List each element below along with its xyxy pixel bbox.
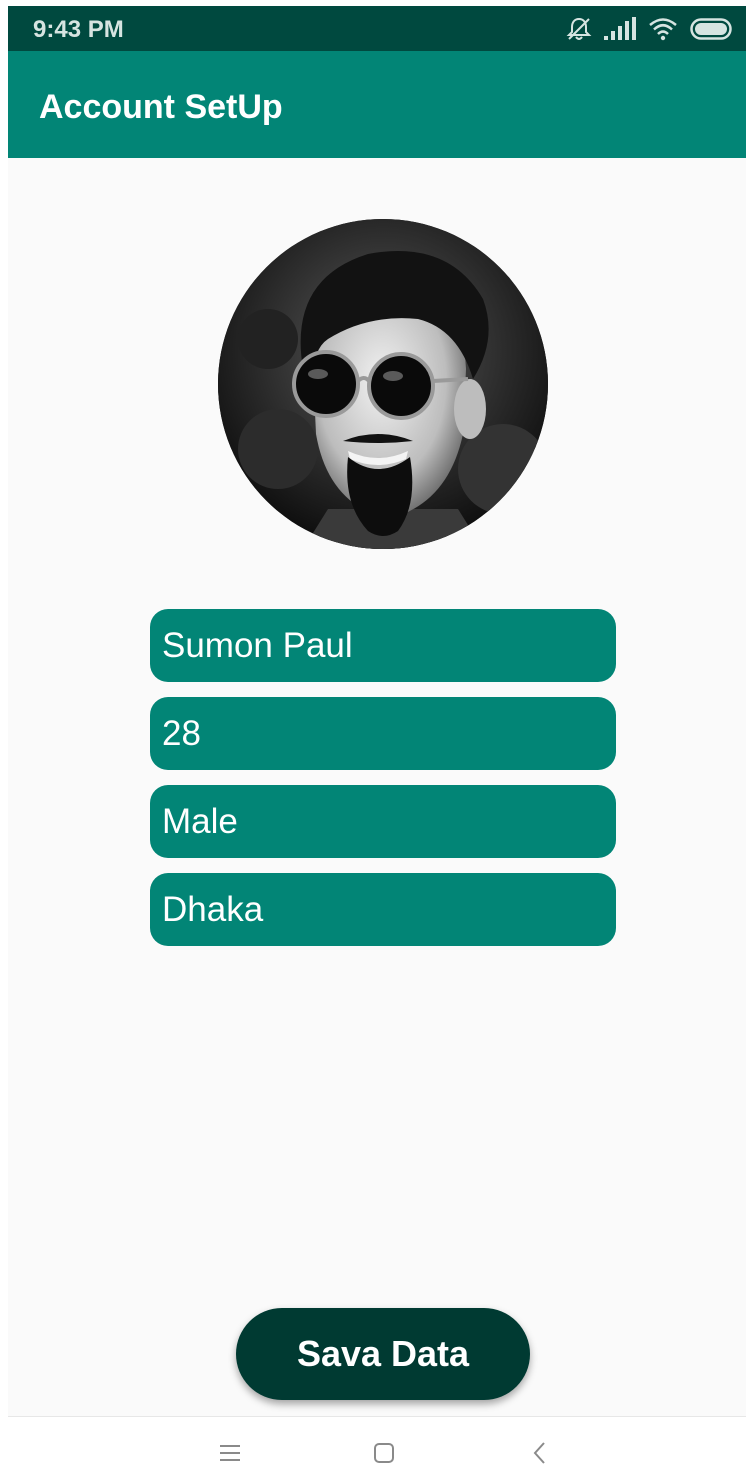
battery-icon: [690, 18, 732, 40]
back-icon[interactable]: [520, 1435, 560, 1471]
avatar[interactable]: [218, 219, 548, 549]
status-icons: [566, 14, 732, 44]
page-title: Account SetUp: [39, 88, 283, 126]
city-field[interactable]: Dhaka: [150, 873, 616, 946]
app-bar: Account SetUp: [8, 51, 746, 158]
screen: 9:43 PM Account SetUp Sumon Paul 28 Male…: [8, 6, 746, 1473]
status-time: 9:43 PM: [33, 16, 124, 43]
age-field[interactable]: 28: [150, 697, 616, 770]
home-icon[interactable]: [364, 1435, 404, 1471]
city-value: Dhaka: [162, 889, 264, 929]
name-value: Sumon Paul: [162, 625, 353, 665]
navigation-bar: [8, 1416, 746, 1473]
save-button-label: Sava Data: [296, 1333, 470, 1374]
menu-icon[interactable]: [210, 1435, 250, 1471]
profile-photo-icon: [218, 219, 548, 549]
save-data-button[interactable]: Sava Data: [236, 1308, 530, 1400]
signal-icon: [604, 17, 636, 41]
notifications-off-icon: [566, 16, 592, 42]
name-field[interactable]: Sumon Paul: [150, 609, 616, 682]
gender-value: Male: [162, 801, 238, 841]
status-bar: 9:43 PM: [8, 6, 746, 51]
gender-field[interactable]: Male: [150, 785, 616, 858]
wifi-icon: [648, 17, 678, 41]
age-value: 28: [162, 713, 201, 753]
